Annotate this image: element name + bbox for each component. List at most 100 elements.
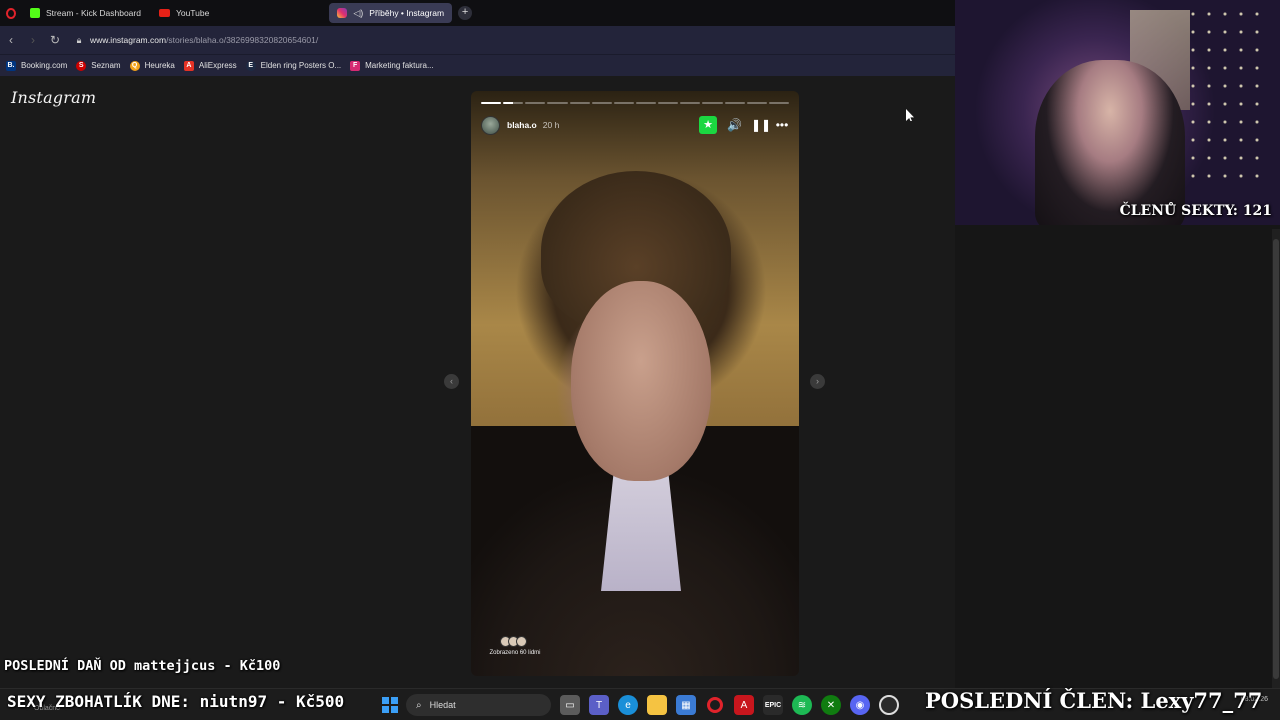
- new-tab-button[interactable]: +: [458, 6, 473, 20]
- top-donor-overlay: SEXY ZBOHATLÍK DNE: niutn97 - Kč500: [7, 692, 345, 711]
- bookmark-aliexpress[interactable]: A AliExpress: [183, 60, 237, 71]
- store-icon[interactable]: ▦: [676, 695, 696, 715]
- story-progress-segment: [746, 102, 767, 104]
- story-progress-segment: [547, 102, 568, 104]
- pause-button[interactable]: ❚❚: [751, 118, 771, 132]
- story-progress-segment: [724, 102, 745, 104]
- story-header: blaha.o 20 h ★ 🔊 ❚❚ •••: [481, 115, 789, 135]
- heureka-icon: Q: [129, 60, 140, 71]
- tab-label: YouTube: [175, 8, 210, 18]
- tab-label: Příběhy • Instagram: [369, 8, 445, 18]
- instagram-page: Instagram ‹ › blaha.o 20 h ★ 🔊 ❚❚ ••• Zo…: [0, 76, 955, 688]
- seen-by-indicator[interactable]: Zobrazeno 60 lidmi: [485, 636, 545, 656]
- file-explorer-icon[interactable]: [647, 695, 667, 715]
- speaker-icon[interactable]: ◁): [353, 8, 363, 19]
- story-progress-segment: [768, 102, 789, 104]
- address-bar: ‹ › ↻ 🔒︎ www.instagram.com/stories/blaha…: [0, 26, 955, 54]
- task-view-icon[interactable]: ▭: [560, 695, 580, 715]
- spotify-icon[interactable]: ≋: [792, 695, 812, 715]
- previous-story-button[interactable]: ‹: [444, 374, 459, 389]
- viewer-avatars: [485, 636, 545, 647]
- back-button[interactable]: ‹: [0, 33, 22, 47]
- story-controls: ★ 🔊 ❚❚ •••: [699, 116, 789, 134]
- avatar[interactable]: [481, 115, 500, 135]
- tab-instagram-stories[interactable]: ◁) Příběhy • Instagram: [329, 3, 453, 23]
- tab-youtube[interactable]: YouTube: [151, 3, 217, 23]
- teams-icon[interactable]: T: [589, 695, 609, 715]
- instagram-logo[interactable]: Instagram: [11, 88, 96, 107]
- acrobat-icon[interactable]: A: [734, 695, 754, 715]
- bookmark-heureka[interactable]: Q Heureka: [129, 60, 175, 71]
- more-options-button[interactable]: •••: [775, 118, 789, 132]
- story-age: 20 h: [542, 120, 560, 130]
- story-progress-segment: [503, 102, 524, 104]
- instagram-icon: [337, 8, 348, 18]
- discord-icon[interactable]: ◉: [850, 695, 870, 715]
- bookmark-label: AliExpress: [198, 61, 237, 70]
- seznam-icon: S: [76, 60, 87, 71]
- forward-button[interactable]: ›: [22, 33, 44, 47]
- url-host: www.instagram.com: [90, 35, 167, 45]
- story-progress-segment: [591, 102, 612, 104]
- last-member-overlay: POSLEDNÍ ČLEN: Lexy77_77: [925, 688, 1263, 713]
- story-progress-segment: [635, 102, 657, 104]
- youtube-icon: [158, 9, 170, 17]
- story-progress-segment: [569, 102, 590, 104]
- url-path: /stories/blaha.o/3826998320820654601/: [166, 35, 319, 45]
- page-scrollbar[interactable]: [1272, 229, 1280, 688]
- story-progress-segment: [613, 102, 634, 104]
- opera-icon[interactable]: [707, 697, 723, 713]
- epic-games-icon[interactable]: EPIC: [763, 695, 783, 715]
- browser-right-area: [955, 225, 1280, 688]
- tab-label: Stream - Kick Dashboard: [46, 8, 141, 18]
- booking-icon: B.: [6, 60, 16, 71]
- bookmark-label: Elden ring Posters O...: [260, 61, 342, 70]
- story-progress-segment: [702, 102, 723, 104]
- taskbar-apps: ▭ T e ▦ A EPIC ≋ ✕ ◉: [560, 695, 899, 715]
- story-image-face: [571, 281, 711, 481]
- reload-button[interactable]: ↻: [44, 33, 66, 47]
- search-placeholder: Hledat: [429, 700, 456, 710]
- elden-ring-icon: E: [245, 60, 256, 71]
- story-progress-segment: [658, 102, 679, 104]
- bookmark-label: Heureka: [144, 61, 175, 70]
- story-progress-segment: [525, 102, 546, 104]
- webcam-overlay: ČLENŮ SEKTY: 121: [955, 0, 1280, 225]
- story-username[interactable]: blaha.o: [507, 120, 537, 130]
- lock-icon[interactable]: 🔒︎: [72, 35, 86, 46]
- webcam-streamer: [1035, 60, 1185, 225]
- story-progress-bar: [481, 102, 789, 104]
- xbox-icon[interactable]: ✕: [821, 695, 841, 715]
- windows-start-icon[interactable]: [382, 697, 398, 713]
- obs-icon[interactable]: [879, 695, 899, 715]
- aliexpress-icon: A: [183, 60, 194, 71]
- story-viewer[interactable]: blaha.o 20 h ★ 🔊 ❚❚ ••• Zobrazeno 60 lid…: [471, 91, 799, 676]
- seen-by-label: Zobrazeno 60 lidmi: [489, 650, 541, 656]
- webcam-fairy-lights: [1185, 5, 1265, 185]
- story-progress-segment: [680, 102, 701, 104]
- search-icon: ⌕: [416, 699, 422, 711]
- bookmark-booking[interactable]: B. Booking.com: [6, 60, 68, 71]
- mute-button[interactable]: 🔊: [727, 118, 742, 132]
- story-progress-segment: [481, 102, 502, 104]
- mouse-cursor-icon: [906, 109, 914, 121]
- taskbar-search[interactable]: ⌕ Hledat: [406, 694, 551, 716]
- screen: Stream - Kick Dashboard YouTube ◁) Příbě…: [0, 0, 1280, 720]
- bookmark-label: Seznam: [91, 61, 121, 70]
- browser-tab-bar: Stream - Kick Dashboard YouTube ◁) Příbě…: [0, 0, 955, 26]
- next-story-button[interactable]: ›: [810, 374, 825, 389]
- bookmark-elden-ring[interactable]: E Elden ring Posters O...: [245, 60, 342, 71]
- marketing-icon: F: [350, 60, 361, 71]
- bookmark-seznam[interactable]: S Seznam: [76, 60, 121, 71]
- kick-icon: [30, 8, 40, 18]
- edge-icon[interactable]: e: [618, 695, 638, 715]
- opera-menu-icon[interactable]: [0, 0, 22, 26]
- bookmark-label: Marketing faktura...: [365, 61, 434, 70]
- close-friends-star-icon: ★: [699, 116, 717, 134]
- url-field[interactable]: www.instagram.com/stories/blaha.o/382699…: [90, 35, 318, 45]
- bookmark-marketing[interactable]: F Marketing faktura...: [350, 60, 434, 71]
- bookmarks-bar: B. Booking.com S Seznam Q Heureka A AliExpre…: [0, 54, 955, 76]
- bookmark-label: Booking.com: [21, 61, 68, 70]
- last-donation-overlay: POSLEDNÍ DAŇ OD mattejjcus - Kč100: [4, 658, 281, 674]
- tab-kick-dashboard[interactable]: Stream - Kick Dashboard: [22, 3, 149, 23]
